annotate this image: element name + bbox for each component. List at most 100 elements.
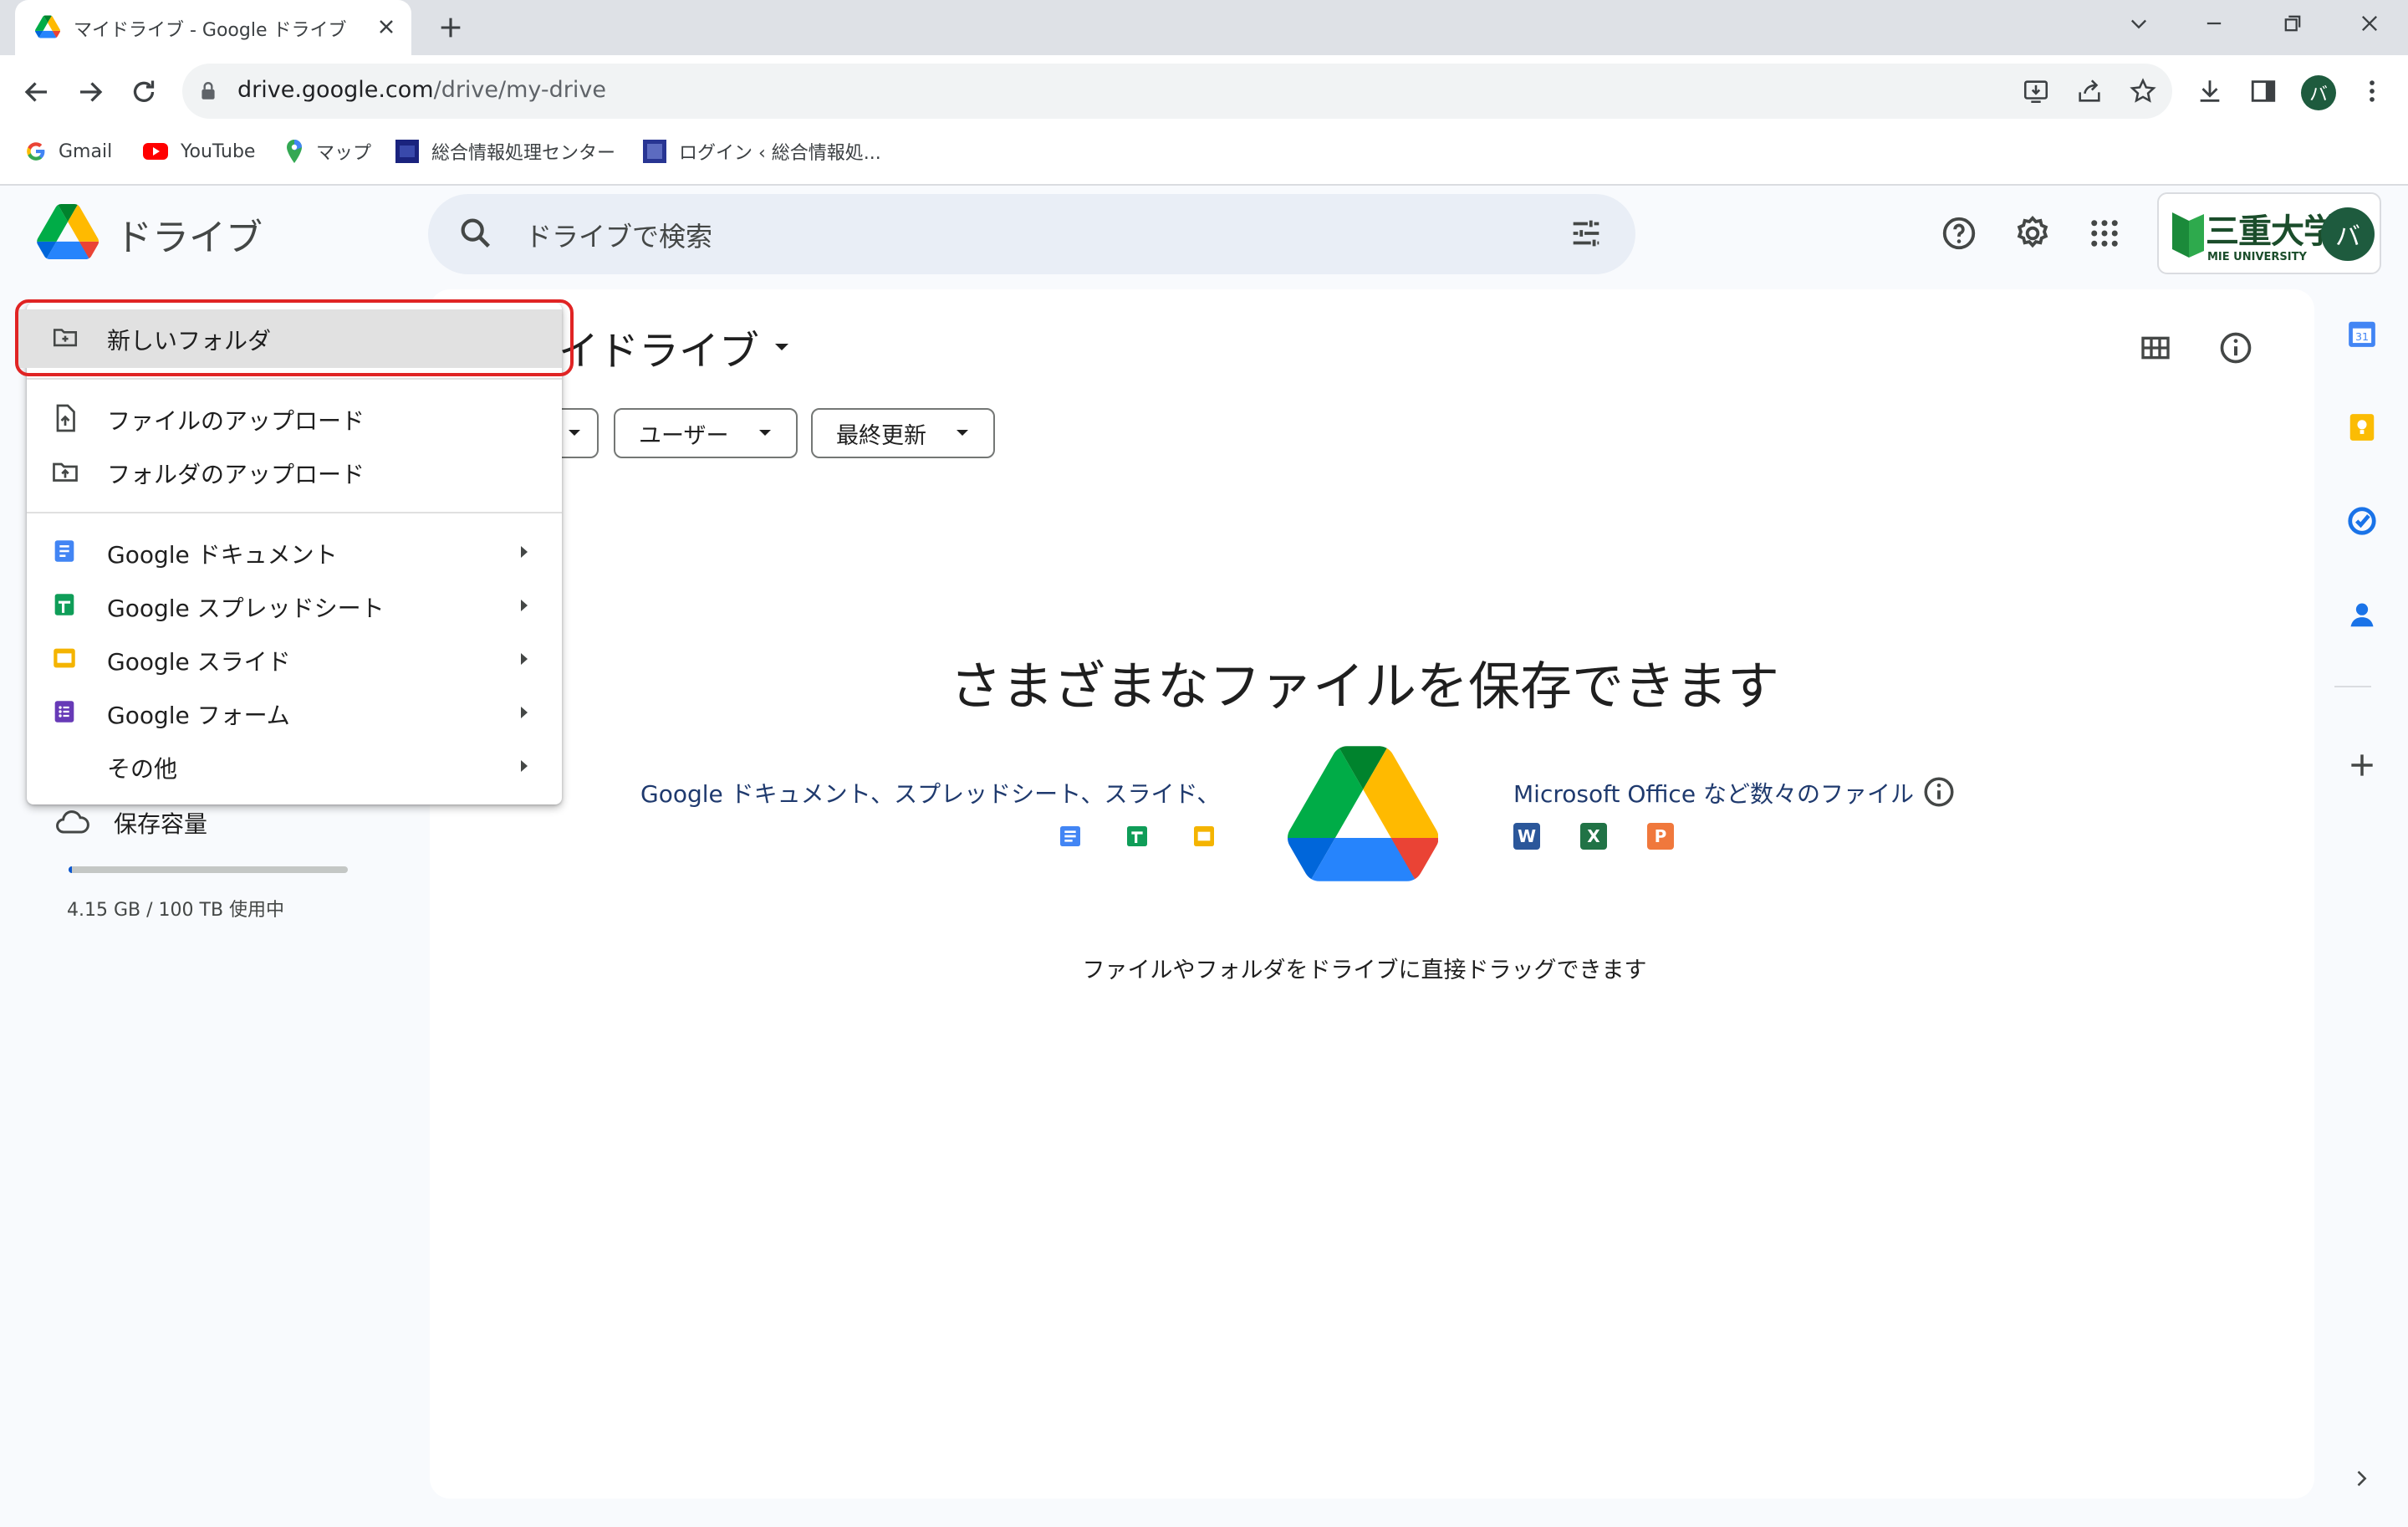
empty-state-left-text: Google ドキュメント、スプレッドシート、スライド、 (640, 780, 1221, 808)
account-chip[interactable]: 三重大学 MIE UNIVERSITY バ (2157, 192, 2381, 274)
bookmark-label: Gmail (59, 140, 113, 162)
side-panel-divider (2334, 686, 2371, 687)
bookmark-label: ログイン ‹ 総合情報処... (679, 143, 881, 164)
menu-label: Google スプレッドシート (107, 595, 385, 622)
menu-item-upload-folder[interactable]: フォルダのアップロード (27, 445, 562, 497)
search-icon[interactable] (457, 214, 495, 253)
submenu-arrow-icon (518, 597, 530, 614)
caret-down-icon (955, 428, 970, 438)
empty-state-right-text: Microsoft Office など数々のファイル (1513, 780, 1914, 808)
chrome-menu-icon[interactable] (2358, 77, 2386, 105)
url-text[interactable]: drive.google.com/drive/my-drive (237, 77, 606, 103)
drive-large-logo-icon (1288, 746, 1438, 881)
bookmark-login[interactable]: ログイン ‹ 総合情報処... (642, 137, 881, 166)
app-name[interactable]: ドライブ (115, 207, 263, 261)
calendar-icon[interactable]: 31 (2346, 318, 2378, 350)
upload-folder-icon (50, 457, 80, 487)
browser-tab[interactable]: マイドライブ - Google ドライブ (15, 0, 411, 55)
help-icon[interactable] (1940, 214, 1978, 253)
storage-label[interactable]: 保存容量 (114, 806, 207, 840)
highlight-annotation-box (15, 299, 574, 376)
empty-info-icon[interactable] (1921, 774, 1956, 809)
submenu-arrow-icon (518, 651, 530, 667)
search-input[interactable]: ドライブで検索 (525, 216, 712, 254)
mie-university-logo-icon (2171, 209, 2206, 259)
bookmark-maps[interactable]: マップ (284, 137, 371, 166)
tab-search-chevron-icon[interactable] (2127, 12, 2150, 35)
main-content-area (430, 289, 2314, 1499)
add-addon-icon[interactable] (2346, 749, 2378, 781)
forward-icon[interactable] (75, 77, 105, 107)
install-app-icon[interactable] (2022, 77, 2050, 105)
login-site-icon (642, 139, 667, 164)
details-info-icon[interactable] (2217, 329, 2254, 366)
profile-avatar[interactable]: バ (2301, 75, 2336, 110)
share-icon[interactable] (2075, 77, 2104, 105)
menu-item-google-forms[interactable]: Google フォーム (27, 686, 562, 738)
tasks-icon[interactable] (2346, 505, 2378, 537)
caret-down-icon (567, 428, 582, 438)
drive-logo-icon[interactable] (37, 204, 99, 259)
youtube-icon (142, 141, 169, 161)
menu-item-google-docs[interactable]: Google ドキュメント (27, 525, 562, 577)
menu-divider (27, 512, 562, 513)
empty-state-hint: ファイルやフォルダをドライブに直接ドラッグできます (1082, 958, 1647, 983)
slides-icon (1191, 823, 1217, 850)
org-subtitle: MIE UNIVERSITY (2207, 251, 2307, 263)
reload-icon[interactable] (129, 77, 159, 107)
bookmark-label: 総合情報処理センター (431, 143, 616, 164)
apps-grid-icon[interactable] (2087, 216, 2122, 251)
account-avatar: バ (2321, 207, 2375, 261)
downloads-icon[interactable] (2196, 77, 2224, 105)
url-host: drive.google.com (237, 77, 434, 103)
back-icon[interactable] (22, 77, 52, 107)
storage-used-text: 4.15 GB / 100 TB 使用中 (67, 900, 285, 921)
bookmark-label: マップ (316, 143, 372, 164)
docs-icon (50, 537, 79, 565)
powerpoint-icon: P (1647, 823, 1674, 850)
bookmark-gmail[interactable]: Gmail (25, 137, 112, 166)
menu-item-google-sheets[interactable]: Google スプレッドシート (27, 579, 562, 631)
close-tab-icon[interactable] (376, 17, 396, 37)
caret-down-icon (758, 428, 773, 438)
menu-label: フォルダのアップロード (107, 461, 365, 488)
menu-label: その他 (107, 755, 178, 783)
minimize-icon[interactable] (2202, 12, 2226, 35)
grid-view-icon[interactable] (2139, 331, 2172, 365)
submenu-arrow-icon (518, 758, 530, 774)
restore-icon[interactable] (2281, 12, 2304, 35)
settings-gear-icon[interactable] (2013, 214, 2052, 253)
tab-title: マイドライブ - Google ドライブ (74, 20, 347, 41)
caret-down-icon (773, 341, 791, 353)
bookmark-info-center[interactable]: 総合情報処理センター (395, 137, 615, 166)
storage-bar-fill (69, 866, 72, 873)
bookmark-star-icon[interactable] (2129, 77, 2157, 105)
menu-item-more[interactable]: その他 (27, 739, 562, 791)
close-window-icon[interactable] (2358, 12, 2381, 35)
menu-item-google-slides[interactable]: Google スライド (27, 632, 562, 684)
docs-icon (1057, 823, 1084, 850)
cloud-icon (55, 808, 90, 836)
modified-filter-chip[interactable]: 最終更新 (811, 408, 995, 458)
user-filter-chip[interactable]: ユーザー (614, 408, 798, 458)
keep-icon[interactable] (2346, 411, 2378, 443)
menu-divider (27, 378, 562, 380)
lock-icon[interactable] (197, 80, 219, 102)
side-panel-icon[interactable] (2249, 77, 2278, 105)
side-panel-expand-icon[interactable] (2349, 1467, 2373, 1490)
slides-icon (50, 644, 79, 672)
contacts-icon[interactable] (2346, 599, 2378, 631)
submenu-arrow-icon (518, 544, 530, 560)
submenu-arrow-icon (518, 704, 530, 721)
menu-label: ファイルのアップロード (107, 407, 365, 435)
search-options-icon[interactable] (1567, 214, 1605, 253)
svg-text:31: 31 (2355, 330, 2369, 343)
word-icon: W (1513, 823, 1540, 850)
menu-label: Google スライド (107, 648, 291, 676)
bookmark-youtube[interactable]: YouTube (142, 137, 255, 166)
forms-icon (50, 697, 79, 726)
info-center-icon (395, 139, 420, 164)
menu-item-upload-file[interactable]: ファイルのアップロード (27, 391, 562, 443)
new-tab-icon[interactable] (436, 13, 465, 42)
drive-favicon-icon (35, 15, 60, 38)
